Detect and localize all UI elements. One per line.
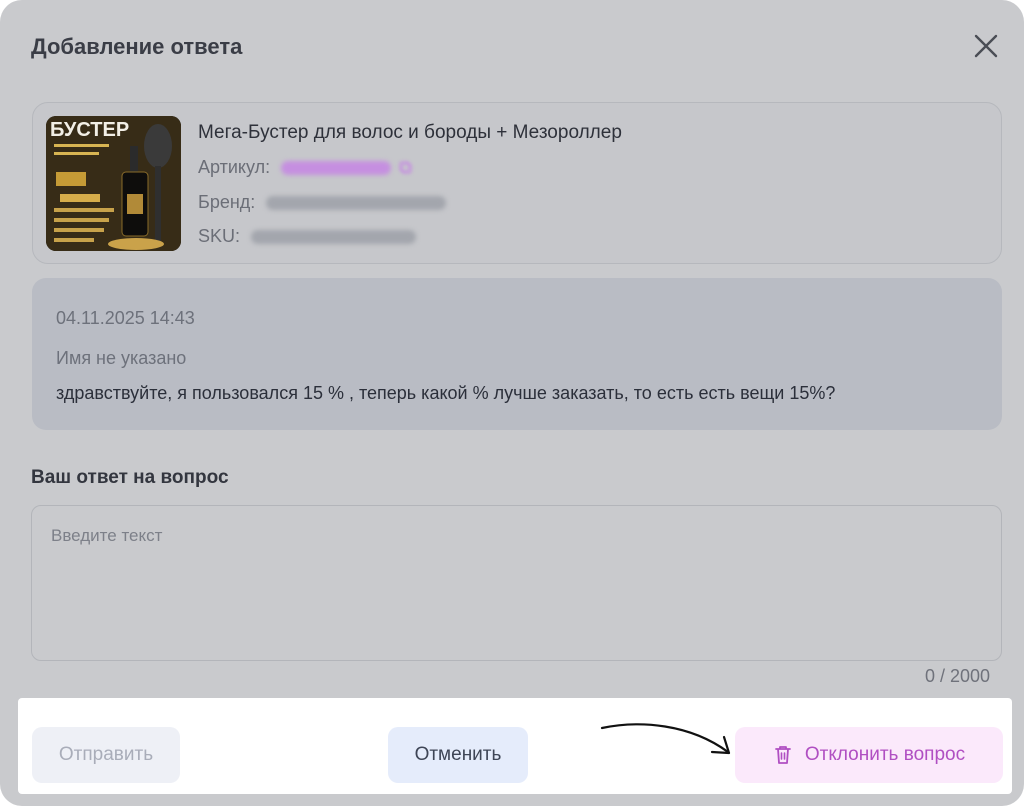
question-author: Имя не указано xyxy=(56,348,187,368)
cancel-button[interactable]: Отменить xyxy=(388,727,528,783)
thumbnail-text: БУСТЕР xyxy=(50,119,129,141)
sku-label: SKU: xyxy=(198,226,241,246)
question-date: 04.11.2025 14:43 xyxy=(56,308,195,328)
reject-question-button[interactable]: Отклонить вопрос xyxy=(735,727,1003,783)
question-card: 04.11.2025 14:43 Имя не указано здравств… xyxy=(32,278,1002,430)
question-text: здравствуйте, я пользовался 15 % , тепер… xyxy=(56,383,836,403)
answer-textarea[interactable] xyxy=(31,505,1002,661)
product-brand-row: Бренд: xyxy=(198,192,447,213)
character-counter: 0 / 2000 xyxy=(925,666,991,686)
modal-title: Добавление ответа xyxy=(31,34,243,59)
copy-icon[interactable] xyxy=(398,160,414,176)
brand-value-redacted xyxy=(266,196,447,211)
product-thumbnail: БУСТЕР xyxy=(46,116,181,251)
modal-footer: Отправить Отменить Отклонить вопрос xyxy=(18,698,1012,794)
article-value-redacted xyxy=(281,161,392,176)
send-button[interactable]: Отправить xyxy=(32,727,180,783)
reject-button-label: Отклонить вопрос xyxy=(804,744,966,765)
answer-modal: Добавление ответа БУСТЕР Мега-Бустер для… xyxy=(0,0,1024,806)
article-label: Артикул: xyxy=(198,157,271,177)
brand-label: Бренд: xyxy=(198,192,256,212)
product-sku-row: SKU: xyxy=(198,226,417,247)
answer-label: Ваш ответ на вопрос xyxy=(31,467,229,488)
product-image: БУСТЕР xyxy=(46,116,181,251)
product-card: БУСТЕР Мега-Бустер для волос и бороды + … xyxy=(32,102,1002,264)
product-name: Мега-Бустер для волос и бороды + Мезорол… xyxy=(198,122,622,143)
sku-value-redacted xyxy=(251,230,417,245)
product-article-row: Артикул: xyxy=(198,157,414,178)
trash-icon xyxy=(774,746,791,764)
close-icon[interactable] xyxy=(970,30,1002,62)
